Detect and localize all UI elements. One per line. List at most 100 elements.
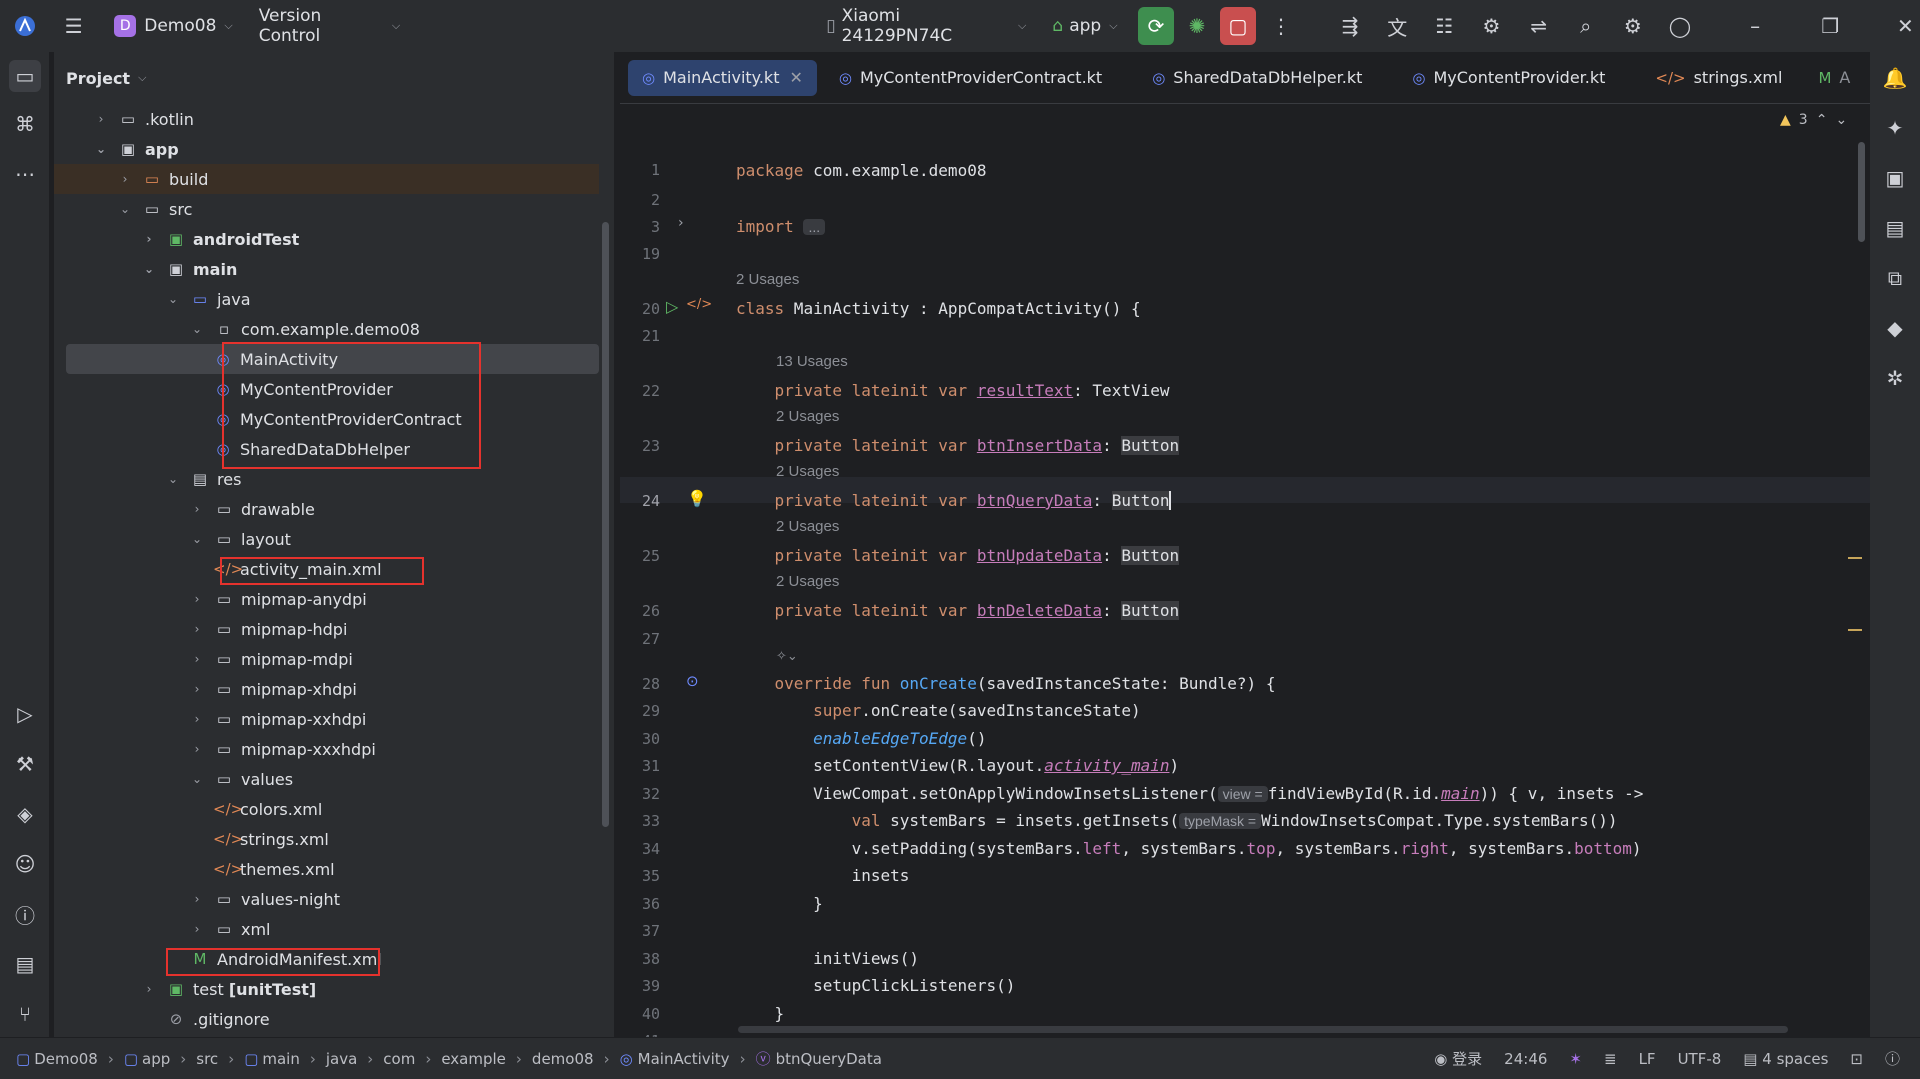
app-inspection-icon[interactable]: ✲ — [1879, 362, 1911, 394]
chevron-right-icon[interactable]: › — [94, 112, 108, 126]
account-icon[interactable]: ◯ — [1665, 11, 1694, 41]
warning-marker[interactable] — [1848, 629, 1862, 631]
vcs-dropdown[interactable]: Version Control ⌵ — [259, 6, 400, 46]
more-actions-icon[interactable]: ⋮ — [1266, 11, 1295, 41]
close-icon[interactable]: ✕ — [1891, 11, 1920, 41]
tab-dbhelper[interactable]: ◎ SharedDataDbHelper.kt — [1138, 60, 1376, 96]
tree-item[interactable]: › ▭ mipmap-anydpi — [54, 584, 599, 614]
xml-link-gutter-icon[interactable]: </> — [686, 297, 712, 312]
chevron-right-icon[interactable]: › — [190, 622, 204, 636]
project-dropdown[interactable]: D Demo08 ⌵ — [114, 15, 233, 37]
chevron-right-icon[interactable]: › — [190, 712, 204, 726]
device-dropdown[interactable]: ▯ Xiaomi 24129PN74C ⌵ — [826, 6, 1026, 46]
warning-marker[interactable] — [1848, 557, 1862, 559]
project-scrollbar[interactable] — [602, 222, 609, 827]
chevron-down-icon[interactable]: ⌄ — [94, 142, 108, 156]
chevron-right-icon[interactable]: › — [190, 652, 204, 666]
tree-item[interactable]: ⌄ ▭ src — [54, 194, 599, 224]
usage-hint[interactable]: 2 Usages — [736, 271, 799, 288]
tree-item[interactable]: </> themes.xml — [54, 854, 599, 884]
soft-wrap-icon[interactable]: ≣ — [1604, 1050, 1617, 1068]
chevron-right-icon[interactable]: › — [118, 172, 132, 186]
run-icon[interactable]: ▷ — [9, 698, 41, 730]
tree-item[interactable]: › ▣ androidTest — [54, 224, 599, 254]
apply-changes-icon[interactable]: ⇶ — [1336, 11, 1365, 41]
chevron-right-icon[interactable]: › — [190, 922, 204, 936]
tree-item[interactable]: › ▭ mipmap-mdpi — [54, 644, 599, 674]
ai-status-icon[interactable]: ✶ — [1569, 1050, 1582, 1068]
code-area[interactable]: package com.example.demo08 import ... 2 … — [736, 105, 1856, 1035]
run-config-dropdown[interactable]: ⌂ app ⌵ — [1052, 16, 1117, 36]
tab-provider[interactable]: ◎ MyContentProvider.kt — [1398, 60, 1619, 96]
project-folder-icon[interactable]: ▭ — [9, 60, 41, 92]
chevron-down-icon[interactable]: ⌄ — [190, 772, 204, 786]
chevron-right-icon[interactable]: › — [190, 892, 204, 906]
usage-hint[interactable]: 2 Usages — [776, 408, 839, 425]
chevron-right-icon[interactable]: › — [190, 682, 204, 696]
debug-icon[interactable]: ✺ — [1182, 11, 1211, 41]
tree-item[interactable]: › ▣ test [unitTest] — [54, 974, 599, 1004]
override-gutter-icon[interactable]: ⊙ — [686, 672, 699, 690]
login-widget[interactable]: ◉ 登录 — [1434, 1048, 1482, 1069]
breadcrumb-item[interactable]: src — [196, 1050, 218, 1068]
gemini-icon[interactable]: ✦ — [1879, 112, 1911, 144]
breadcrumb-item[interactable]: main — [262, 1050, 299, 1068]
tree-item[interactable]: › ▭ mipmap-xhdpi — [54, 674, 599, 704]
horizontal-scrollbar[interactable] — [738, 1026, 1788, 1033]
sync-gradle-icon[interactable]: ☷ — [1430, 11, 1459, 41]
chevron-up-icon[interactable]: ⌃ — [1816, 112, 1828, 128]
chevron-right-icon[interactable]: › — [142, 982, 156, 996]
terminal-icon[interactable]: ▤ — [9, 948, 41, 980]
tree-item[interactable]: ⌄ ▭ values — [54, 764, 599, 794]
tab-manifest[interactable]: MA — [1804, 60, 1864, 96]
breadcrumb-item[interactable]: btnQueryData — [776, 1050, 882, 1068]
inspection-widget[interactable]: ▲ 3 ⌃ ⌄ — [1780, 112, 1847, 128]
running-devices-icon[interactable]: ▤ — [1879, 212, 1911, 244]
logcat-icon[interactable]: ☺ — [9, 848, 41, 880]
breadcrumb-item[interactable]: MainActivity — [638, 1050, 730, 1068]
usage-hint[interactable]: 2 Usages — [776, 518, 839, 535]
tree-item[interactable]: › ▭ mipmap-xxxhdpi — [54, 734, 599, 764]
tree-item[interactable]: ⌄ ▫ com.example.demo08 — [54, 314, 599, 344]
chevron-right-icon[interactable]: › — [190, 502, 204, 516]
chevron-down-icon[interactable]: ⌄ — [190, 322, 204, 336]
tree-item[interactable]: › ▭ mipmap-hdpi — [54, 614, 599, 644]
indent-widget[interactable]: ▤ 4 spaces — [1743, 1050, 1828, 1068]
tree-item[interactable]: › ▭ drawable — [54, 494, 599, 524]
chevron-down-icon[interactable]: ⌄ — [118, 202, 132, 216]
breadcrumb-item[interactable]: example — [441, 1050, 506, 1068]
chevron-down-icon[interactable]: ⌄ — [1835, 112, 1847, 128]
minimize-icon[interactable]: – — [1741, 11, 1770, 41]
resource-manager-icon[interactable]: ⌘ — [9, 108, 41, 140]
rerun-button[interactable]: ⟳ — [1137, 7, 1175, 45]
tab-main-activity[interactable]: ◎ MainActivity.kt ✕ — [628, 59, 817, 96]
info-icon[interactable]: ⓘ — [1885, 1048, 1900, 1069]
device-explorer-icon[interactable]: ▣ — [1879, 162, 1911, 194]
chevron-right-icon[interactable]: › — [190, 592, 204, 606]
file-encoding[interactable]: UTF-8 — [1678, 1050, 1722, 1068]
tree-item[interactable]: ⌄ ▣ main — [54, 254, 599, 284]
folded-imports[interactable]: ... — [803, 219, 826, 235]
breadcrumb-item[interactable]: java — [326, 1050, 357, 1068]
chevron-down-icon[interactable]: ⌄ — [166, 472, 180, 486]
lock-icon[interactable]: ⊡ — [1850, 1050, 1863, 1068]
tree-item[interactable]: ⌄ ▭ java — [54, 284, 599, 314]
close-tab-icon[interactable]: ✕ — [789, 68, 802, 87]
chevron-right-icon[interactable]: › — [190, 742, 204, 756]
usage-hint[interactable]: 13 Usages — [776, 353, 848, 370]
tree-item[interactable]: › ▭ mipmap-xxhdpi — [54, 704, 599, 734]
usage-hint[interactable]: 2 Usages — [776, 463, 839, 480]
breadcrumb-item[interactable]: demo08 — [532, 1050, 594, 1068]
caret-position[interactable]: 24:46 — [1504, 1050, 1547, 1068]
build-hammer-icon[interactable]: ⚒ — [9, 748, 41, 780]
ai-assist-icon[interactable]: ✧⌄ — [776, 648, 798, 664]
translate-icon[interactable]: 文 — [1383, 11, 1412, 41]
tree-item[interactable]: › ▭ values-night — [54, 884, 599, 914]
attach-debugger-icon[interactable]: ⚙ — [1477, 11, 1506, 41]
chevron-right-icon[interactable]: › — [142, 232, 156, 246]
tab-strings[interactable]: </> strings.xml — [1641, 60, 1796, 96]
more-tools-icon[interactable]: ⋯ — [9, 158, 41, 190]
fold-chevron-icon[interactable]: › — [678, 215, 684, 231]
git-branch-icon[interactable]: ⑂ — [9, 998, 41, 1030]
tree-item[interactable]: › ▭ .kotlin — [54, 104, 599, 134]
